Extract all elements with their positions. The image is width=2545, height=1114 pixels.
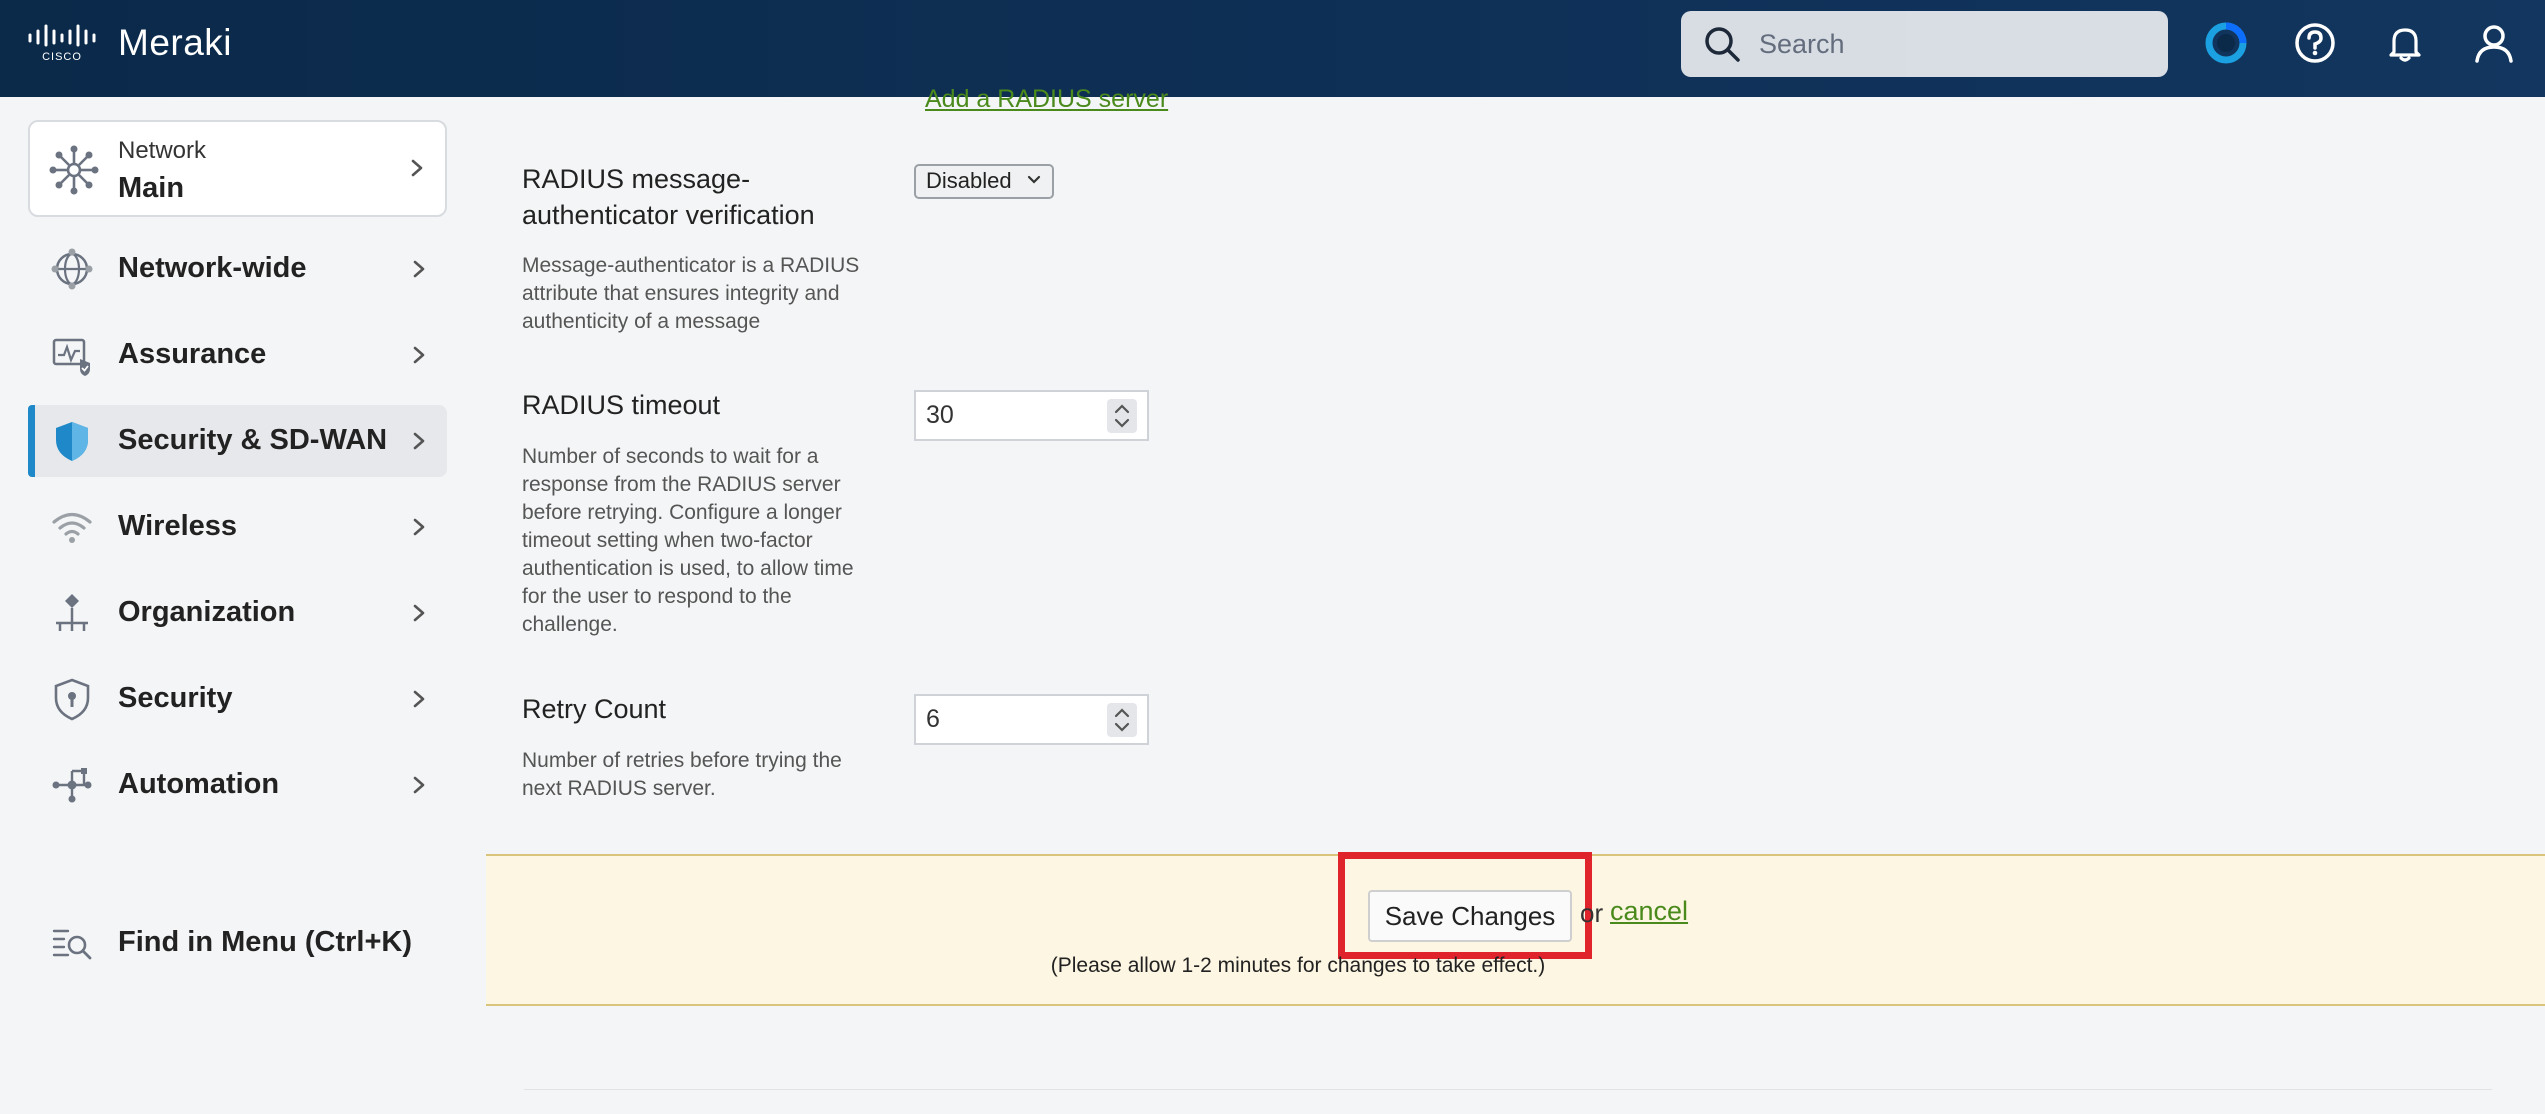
stepper-icon[interactable] xyxy=(1107,703,1137,737)
msg-auth-description: Message-authenticator is a RADIUS attrib… xyxy=(522,254,860,333)
search-icon xyxy=(1705,27,1740,62)
brand-name: Meraki xyxy=(118,22,233,63)
chevron-down-icon xyxy=(1027,175,1041,184)
search-input[interactable] xyxy=(1759,28,2139,60)
retry-count-input[interactable]: 6 xyxy=(914,694,1149,745)
sidebar-item-label: Security xyxy=(118,682,233,714)
sidebar-item-security-sd-wan[interactable]: Security & SD-WAN xyxy=(28,405,447,477)
find-in-menu[interactable]: Find in Menu (Ctrl+K) xyxy=(28,907,447,979)
chevron-right-icon xyxy=(411,159,423,177)
search-menu-icon xyxy=(52,929,92,960)
network-hub-icon xyxy=(49,145,99,195)
sidebar-item-label: Assurance xyxy=(118,338,267,370)
sidebar-item-assurance[interactable]: Assurance xyxy=(28,319,447,391)
or-text: or xyxy=(1580,898,1604,928)
msg-auth-title: RADIUS message- authenticator verificati… xyxy=(522,164,815,230)
radius-timeout-description: Number of seconds to wait for a response… xyxy=(522,445,854,636)
help-icon[interactable] xyxy=(2289,17,2341,69)
assurance-icon xyxy=(52,338,90,376)
chevron-right-icon xyxy=(413,776,425,794)
cisco-logo-icon: CISCO xyxy=(28,24,96,63)
sidebar-item-network-wide[interactable]: Network-wide xyxy=(28,233,447,305)
cisco-meraki-logo[interactable]: CISCO Meraki xyxy=(26,22,232,64)
radius-timeout-title: RADIUS timeout xyxy=(522,390,721,420)
shield-icon xyxy=(56,422,88,461)
user-profile-icon[interactable] xyxy=(2468,17,2520,69)
sidebar-item-wireless[interactable]: Wireless xyxy=(28,491,447,563)
stepper-icon[interactable] xyxy=(1107,399,1137,433)
sidebar-item-security[interactable]: Security xyxy=(28,663,447,735)
automation-flow-icon xyxy=(52,768,92,803)
sidebar-item-organization[interactable]: Organization xyxy=(28,577,447,649)
add-radius-server-link[interactable]: Add a RADIUS server xyxy=(925,85,1168,114)
top-bar: CISCO Meraki xyxy=(0,0,2545,97)
main-content: Add a RADIUS server RADIUS message- auth… xyxy=(470,85,2545,1114)
chevron-right-icon xyxy=(413,432,425,450)
wifi-icon xyxy=(52,512,92,543)
chevron-right-icon xyxy=(413,346,425,364)
network-label: Network xyxy=(118,137,207,164)
organization-tree-icon xyxy=(56,594,88,631)
save-note: (Please allow 1-2 minutes for changes to… xyxy=(1050,954,1546,977)
globe-network-icon xyxy=(51,248,93,290)
sidebar: Network Main Network-wide Assurance Secu… xyxy=(0,97,470,1114)
chevron-right-icon xyxy=(413,518,425,536)
divider xyxy=(524,1089,2492,1090)
highlight-box xyxy=(1338,852,1592,959)
chevron-right-icon xyxy=(413,690,425,708)
sidebar-item-label: Network-wide xyxy=(118,252,307,284)
network-selector[interactable]: Network Main xyxy=(28,120,447,217)
sidebar-item-automation[interactable]: Automation xyxy=(28,749,447,821)
svg-text:CISCO: CISCO xyxy=(42,51,82,63)
sidebar-item-label: Security & SD-WAN xyxy=(118,424,388,456)
search-box[interactable] xyxy=(1681,11,2168,77)
msg-auth-select[interactable]: Disabled xyxy=(914,164,1054,199)
retry-count-title: Retry Count xyxy=(522,694,667,724)
sidebar-item-label: Organization xyxy=(118,596,296,628)
retry-count-description: Number of retries before trying the next… xyxy=(522,749,842,800)
sidebar-item-label: Automation xyxy=(118,768,280,800)
save-changes-bar: Save Changes or cancel (Please allow 1-2… xyxy=(486,852,2545,1006)
find-in-menu-label: Find in Menu (Ctrl+K) xyxy=(118,926,412,958)
network-name: Main xyxy=(118,172,185,204)
radius-timeout-input[interactable]: 30 xyxy=(914,390,1149,441)
sidebar-item-label: Wireless xyxy=(118,510,238,542)
notifications-bell-icon[interactable] xyxy=(2379,17,2431,69)
cancel-link[interactable]: cancel xyxy=(1610,896,1688,927)
chevron-right-icon xyxy=(413,260,425,278)
lock-shield-icon xyxy=(54,678,90,721)
webex-icon[interactable] xyxy=(2200,17,2252,69)
chevron-right-icon xyxy=(413,604,425,622)
